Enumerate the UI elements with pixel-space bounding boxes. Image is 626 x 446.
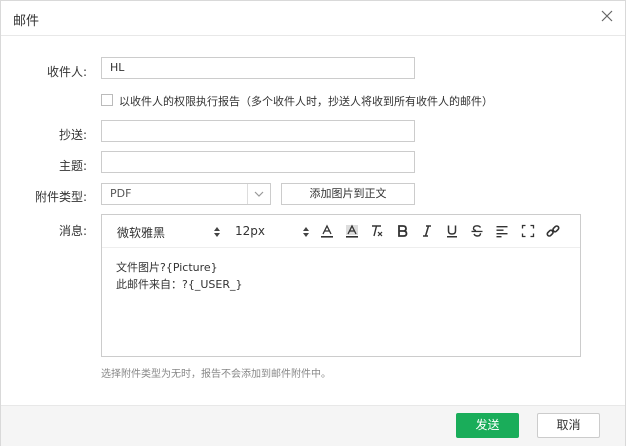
dialog-title: 邮件	[13, 14, 40, 29]
subject-input[interactable]	[101, 151, 415, 173]
align-icon[interactable]	[495, 224, 509, 238]
clear-format-icon[interactable]	[370, 224, 384, 238]
attachment-type-value: PDF	[110, 187, 132, 200]
strikethrough-icon[interactable]	[470, 224, 484, 238]
message-line-1: 文件图片?{Picture}	[116, 261, 218, 274]
recipient-input[interactable]: HL	[101, 57, 415, 79]
bold-icon[interactable]	[395, 224, 409, 238]
cancel-button[interactable]: 取消	[537, 413, 600, 438]
cc-label: 抄送:	[58, 128, 87, 142]
attachment-type-label: 附件类型:	[34, 190, 87, 204]
message-line-2: 此邮件来自：?{_USER_}	[116, 278, 243, 291]
fullscreen-icon[interactable]	[521, 224, 535, 238]
add-image-to-body-button[interactable]: 添加图片到正文	[281, 183, 415, 205]
attachment-hint: 选择附件类型为无时，报告不会添加到邮件附件中。	[101, 369, 331, 380]
chevron-down-icon[interactable]	[247, 184, 270, 204]
font-size-select[interactable]: 12px	[235, 224, 265, 238]
background-color-icon[interactable]	[345, 224, 359, 238]
font-family-updown-icon[interactable]	[213, 226, 221, 238]
recipient-label: 收件人:	[46, 65, 87, 79]
permission-checkbox[interactable]	[101, 94, 113, 106]
editor-toolbar: 微软雅黑 12px	[102, 215, 580, 248]
link-icon[interactable]	[546, 224, 560, 238]
italic-icon[interactable]	[420, 224, 434, 238]
dialog-header: 邮件	[1, 1, 625, 36]
send-button[interactable]: 发送	[456, 413, 519, 438]
permission-checkbox-label: 以收件人的权限执行报告（多个收件人时，抄送人将收到所有收件人的邮件）	[119, 95, 493, 108]
message-content[interactable]: 文件图片?{Picture} 此邮件来自：?{_USER_}	[116, 259, 242, 293]
mail-dialog: 邮件 收件人: HL 以收件人的权限执行报告（多个收件人时，抄送人将收到所有收件…	[0, 0, 626, 446]
message-label: 消息:	[58, 224, 87, 238]
message-editor[interactable]: 微软雅黑 12px 文件图片?{Picture} 此邮件来自：?{_USER_}	[101, 214, 581, 357]
dialog-footer	[1, 405, 625, 446]
font-color-icon[interactable]	[320, 224, 334, 238]
subject-label: 主题:	[58, 159, 87, 173]
cc-input[interactable]	[101, 120, 415, 142]
close-icon[interactable]	[599, 8, 615, 24]
font-size-updown-icon[interactable]	[302, 226, 310, 238]
font-family-select[interactable]: 微软雅黑	[117, 224, 165, 241]
attachment-type-select[interactable]: PDF	[101, 183, 271, 205]
underline-icon[interactable]	[445, 224, 459, 238]
